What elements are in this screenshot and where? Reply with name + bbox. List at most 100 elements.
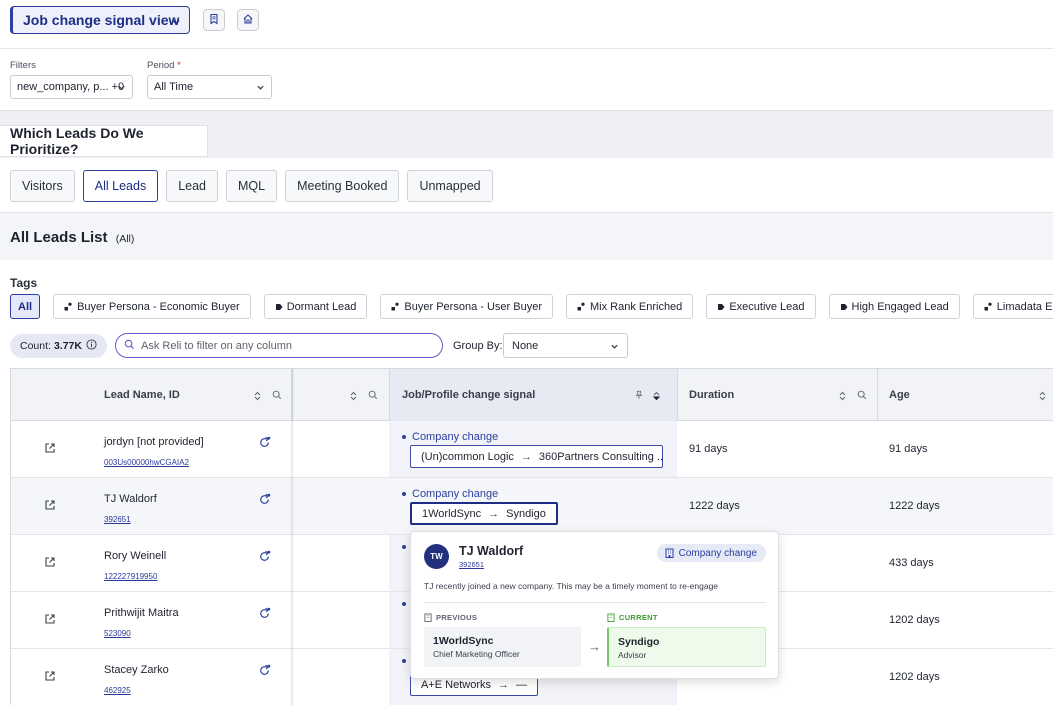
lead-id-link[interactable]: 462925 <box>104 686 131 695</box>
arrow-right-icon: → <box>498 678 509 691</box>
to-company: Syndigo <box>506 507 546 520</box>
signal-type-text: Company change <box>412 488 499 500</box>
info-icon[interactable] <box>86 339 97 353</box>
tab-meeting-booked[interactable]: Meeting Booked <box>285 170 400 202</box>
external-link-icon[interactable] <box>44 556 56 571</box>
lead-name[interactable]: TJ Waldorf <box>104 493 157 505</box>
lead-tabs: Visitors All Leads Lead MQL Meeting Book… <box>10 170 493 202</box>
lead-id-link[interactable]: 122227919950 <box>104 572 157 581</box>
search-icon[interactable] <box>272 390 282 403</box>
tag-label: All <box>18 300 33 313</box>
sort-icon[interactable] <box>350 391 357 404</box>
external-link-icon[interactable] <box>44 499 56 514</box>
tag-icon <box>717 303 725 311</box>
external-link-icon[interactable] <box>44 670 56 685</box>
tag-label: Buyer Persona - Economic Buyer <box>77 300 240 313</box>
filters-value: new_company, p... +0 <box>17 81 125 93</box>
job-change-popover: TW TJ Waldorf 392651 Company change TJ r… <box>410 531 779 679</box>
period-value: All Time <box>154 81 194 93</box>
lead-name[interactable]: Prithwijit Maitra <box>104 607 179 619</box>
header-hidden-column[interactable] <box>294 369 389 421</box>
popover-lead-name: TJ Waldorf <box>459 544 524 558</box>
persona-icon <box>984 302 993 311</box>
header-lead-name[interactable]: Lead Name, ID <box>104 369 289 421</box>
external-link-icon[interactable] <box>44 613 56 628</box>
list-band <box>0 212 1053 260</box>
table-row[interactable]: jordyn [not provided] 003Us00000hwCGAIA2… <box>11 421 1053 478</box>
period-select[interactable]: All Time <box>147 75 272 99</box>
tab-all-leads[interactable]: All Leads <box>82 170 159 202</box>
search-placeholder: Ask Reli to filter on any column <box>141 339 293 352</box>
refresh-icon[interactable] <box>258 436 271 452</box>
lead-id-link[interactable]: 523090 <box>104 629 131 638</box>
previous-company: 1WorldSync <box>433 635 494 647</box>
tag-label: High Engaged Lead <box>851 300 949 313</box>
lead-name[interactable]: Rory Weinell <box>104 550 166 562</box>
reli-search-input[interactable]: Ask Reli to filter on any column <box>115 333 443 358</box>
tag-executive-lead[interactable]: Executive Lead <box>706 294 816 319</box>
group-by-select[interactable]: None <box>503 333 628 358</box>
tag-label: Mix Rank Enriched <box>589 300 683 313</box>
signal-change-chip[interactable]: 1WorldSync → Syndigo <box>410 502 558 525</box>
search-icon[interactable] <box>368 390 378 403</box>
search-icon[interactable] <box>857 390 867 403</box>
group-by-label: Group By: <box>453 340 503 352</box>
filters-select[interactable]: new_company, p... +0 <box>10 75 133 99</box>
refresh-icon[interactable] <box>258 664 271 680</box>
lead-name[interactable]: Stacey Zarko <box>104 664 169 676</box>
tag-limadata-enriched[interactable]: Limadata Enriched <box>972 294 1053 319</box>
header-duration[interactable]: Duration <box>689 369 879 421</box>
refresh-icon[interactable] <box>258 550 271 566</box>
tag-label: Dormant Lead <box>286 300 357 313</box>
lead-id-link[interactable]: 392651 <box>104 515 131 524</box>
tag-high-engaged-lead[interactable]: High Engaged Lead <box>828 294 960 319</box>
tag-economic-buyer[interactable]: Buyer Persona - Economic Buyer <box>53 294 251 319</box>
tag-all[interactable]: All <box>10 294 41 319</box>
header-signal[interactable]: Job/Profile change signal <box>402 369 677 421</box>
table-row[interactable]: TJ Waldorf 392651 Company change 1WorldS… <box>11 478 1053 535</box>
list-title: All Leads List (All) <box>10 229 134 246</box>
header-age[interactable]: Age <box>889 369 1053 421</box>
frozen-column-shadow <box>291 369 294 705</box>
tab-unmapped[interactable]: Unmapped <box>407 170 493 202</box>
tag-user-buyer[interactable]: Buyer Persona - User Buyer <box>380 294 553 319</box>
age-value: 1202 days <box>889 614 940 626</box>
sort-desc-icon[interactable] <box>652 391 661 404</box>
home-icon <box>242 13 254 28</box>
pin-icon[interactable] <box>634 390 644 403</box>
refresh-icon[interactable] <box>258 493 271 509</box>
tag-mix-rank-enriched[interactable]: Mix Rank Enriched <box>565 294 694 319</box>
external-link-icon[interactable] <box>44 442 56 457</box>
signal-type-text: Company change <box>412 431 499 443</box>
tab-lead[interactable]: Lead <box>166 170 219 202</box>
lead-name[interactable]: jordyn [not provided] <box>104 436 204 448</box>
filters-row: Filters new_company, p... +0 Period * Al… <box>0 50 1053 110</box>
sort-icon[interactable] <box>1039 391 1046 404</box>
view-selector[interactable]: Job change signal view <box>10 6 190 34</box>
badge-text: Company change <box>678 547 757 559</box>
age-value: 1202 days <box>889 671 940 683</box>
bookmark-button[interactable] <box>203 9 225 31</box>
tag-label: Executive Lead <box>729 300 805 313</box>
signal-dot <box>402 659 406 663</box>
period-label-text: Period <box>147 60 175 71</box>
tab-mql[interactable]: MQL <box>226 170 278 202</box>
duration-value: 1222 days <box>689 500 740 512</box>
section-title: Which Leads Do We Prioritize? <box>0 125 208 157</box>
group-by-value: None <box>512 339 539 352</box>
sort-icon[interactable] <box>254 391 261 404</box>
lead-id-link[interactable]: 003Us00000hwCGAIA2 <box>104 458 189 467</box>
signal-change-chip[interactable]: (Un)common Logic → 360Partners Consultin… <box>410 445 663 468</box>
tab-visitors[interactable]: Visitors <box>10 170 75 202</box>
current-label: CURRENT <box>619 613 658 622</box>
popover-lead-id-link[interactable]: 392651 <box>459 560 484 569</box>
chevron-down-icon <box>171 14 181 30</box>
sort-icon[interactable] <box>839 391 846 404</box>
refresh-icon[interactable] <box>258 607 271 623</box>
column-divider <box>677 369 678 421</box>
table-header: Lead Name, ID Job/Profile change signal … <box>11 369 1053 421</box>
tag-dormant-lead[interactable]: Dormant Lead <box>263 294 368 319</box>
home-button[interactable] <box>237 9 259 31</box>
building-icon <box>665 548 674 558</box>
count-badge: Count: 3.77K <box>10 334 107 358</box>
